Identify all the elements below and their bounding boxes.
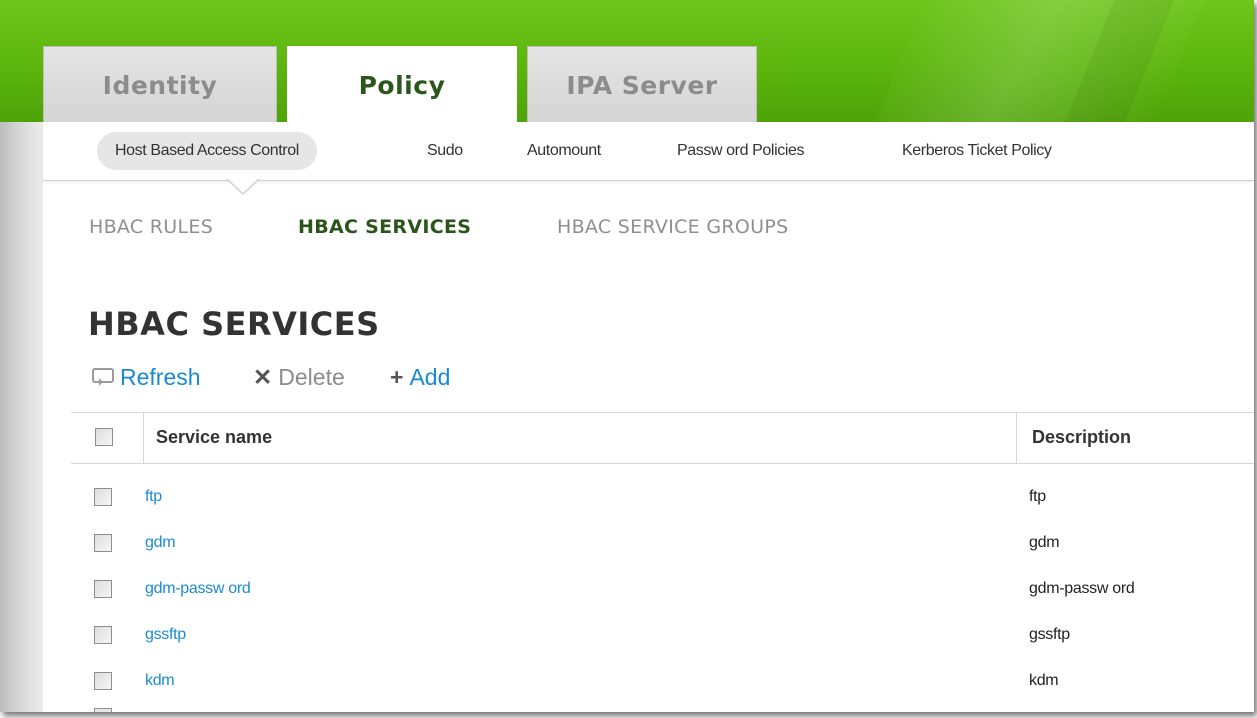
- subnav-hbac[interactable]: Host Based Access Control: [97, 132, 317, 170]
- tab-policy[interactable]: Policy: [287, 46, 517, 124]
- tab-ipa-server-label: IPA Server: [566, 71, 718, 100]
- row-checkbox-partial[interactable]: [94, 708, 112, 712]
- subnav-pointer-fill: [227, 178, 259, 193]
- service-name-link[interactable]: gssftp: [145, 626, 186, 644]
- refresh-button[interactable]: Refresh: [92, 362, 201, 392]
- service-description: kdm: [1029, 672, 1059, 689]
- service-name-link[interactable]: ftp: [145, 488, 162, 506]
- page-title: HBAC SERVICES: [88, 305, 380, 343]
- add-label: Add: [409, 364, 451, 390]
- row-checkbox[interactable]: [94, 626, 112, 644]
- service-description: gssftp: [1029, 626, 1070, 643]
- tab-hbac-rules[interactable]: HBAC RULES: [89, 216, 213, 238]
- app-window: Identity Policy IPA Server Host Based Ac…: [0, 0, 1254, 712]
- row-checkbox[interactable]: [94, 580, 112, 598]
- service-description: ftp: [1029, 488, 1046, 505]
- delete-button[interactable]: ✕ Delete: [253, 362, 345, 392]
- service-name-link[interactable]: kdm: [145, 672, 175, 690]
- tab-hbac-service-groups[interactable]: HBAC SERVICE GROUPS: [557, 216, 788, 238]
- close-icon: ✕: [253, 364, 273, 390]
- select-all-cell: [71, 413, 144, 463]
- tab-identity[interactable]: Identity: [43, 46, 277, 122]
- service-description: gdm: [1029, 534, 1060, 551]
- add-button[interactable]: + Add: [390, 362, 450, 392]
- table-row: ftp ftp: [71, 480, 1254, 526]
- refresh-label: Refresh: [120, 364, 201, 390]
- policy-subnav: Host Based Access Control Sudo Automount…: [43, 122, 1254, 181]
- subnav-automount[interactable]: Automount: [527, 132, 601, 170]
- select-all-checkbox[interactable]: [95, 428, 113, 446]
- tab-policy-label: Policy: [358, 71, 446, 100]
- row-checkbox[interactable]: [94, 534, 112, 552]
- table-row: gdm-passw ord gdm-passw ord: [71, 572, 1254, 618]
- row-checkbox[interactable]: [94, 488, 112, 506]
- service-name-link[interactable]: gdm: [145, 534, 176, 552]
- delete-label: Delete: [278, 364, 345, 390]
- table-row: gssftp gssftp: [71, 618, 1254, 664]
- tab-identity-label: Identity: [102, 71, 218, 100]
- subnav-password-policies[interactable]: Passw ord Policies: [677, 132, 804, 170]
- plus-icon: +: [390, 364, 404, 390]
- table-row: kdm kdm: [71, 664, 1254, 710]
- tab-hbac-services[interactable]: HBAC SERVICES: [298, 216, 471, 238]
- subnav-kerberos-ticket-policy[interactable]: Kerberos Ticket Policy: [902, 132, 1052, 170]
- table-row: gdm gdm: [71, 526, 1254, 572]
- service-name-link[interactable]: gdm-passw ord: [145, 580, 251, 598]
- column-service-name[interactable]: Service name: [144, 413, 1017, 463]
- table-header: Service name Description: [71, 412, 1254, 464]
- refresh-icon: [92, 362, 114, 392]
- column-description-label: Description: [1032, 427, 1132, 447]
- left-edge: [0, 122, 43, 712]
- service-description: gdm-passw ord: [1029, 580, 1135, 597]
- row-checkbox[interactable]: [94, 672, 112, 690]
- subnav-sudo[interactable]: Sudo: [427, 132, 463, 170]
- column-service-name-label: Service name: [156, 427, 273, 447]
- tab-ipa-server[interactable]: IPA Server: [527, 46, 757, 122]
